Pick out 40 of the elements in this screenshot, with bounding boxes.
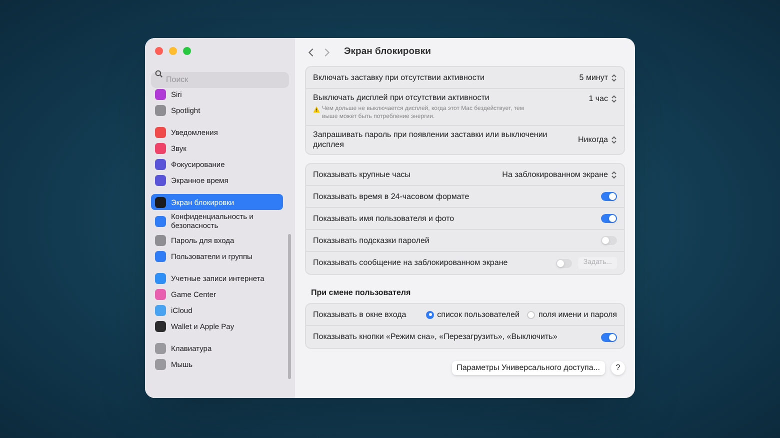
toggle-switch[interactable]	[601, 192, 617, 201]
setting-label: Показывать время в 24-часовом формате	[313, 192, 470, 202]
stepper-icon	[611, 136, 617, 144]
toggle-switch[interactable]	[601, 214, 617, 223]
stepper-icon	[611, 74, 617, 82]
scrollbar[interactable]	[288, 234, 291, 379]
forward-icon[interactable]	[324, 48, 330, 56]
setting-label: Выключать дисплей при отсутствии активности	[313, 93, 490, 103]
search-field[interactable]: Поиск	[151, 72, 289, 88]
radio-label: список пользователей	[437, 308, 520, 320]
stepper-icon	[611, 95, 617, 103]
radio-button[interactable]	[426, 310, 434, 318]
popup-button[interactable]: Никогда	[578, 134, 617, 146]
setting-label: Показывать имя пользователя и фото	[313, 214, 454, 224]
zoom-button[interactable]	[183, 47, 191, 55]
minimize-button[interactable]	[169, 47, 177, 55]
popup-button[interactable]: 5 минут	[579, 72, 617, 84]
back-icon[interactable]	[308, 48, 314, 56]
setting-label: Показывать в окне входа	[313, 310, 406, 320]
setting-label: Показывать кнопки «Режим сна», «Перезагрузить», «Выключить»	[313, 332, 558, 342]
stepper-icon	[611, 170, 617, 178]
radio-button[interactable]	[527, 310, 536, 318]
accessibility-options-button[interactable]: Параметры Универсального доступа...	[452, 361, 605, 375]
section-heading: При смене пользователя	[311, 287, 412, 299]
toggle-switch[interactable]	[601, 332, 617, 342]
popup-button[interactable]: На заблокированном экране	[502, 168, 617, 180]
close-button[interactable]	[155, 47, 163, 55]
popup-button[interactable]: 1 час	[588, 93, 617, 105]
radio-label: поля имени и пароля	[538, 308, 617, 320]
setting-label: Показывать сообщение на заблокированном экране	[313, 258, 508, 268]
help-button[interactable]: ?	[611, 361, 625, 375]
setting-label: Запрашивать пароль при появлении заставки или выключении дисплея	[313, 130, 548, 150]
setting-label: Включать заставку при отсутствии активности	[313, 72, 485, 82]
search-icon	[155, 70, 163, 78]
toggle-switch[interactable]	[556, 258, 572, 268]
setting-label: Показывать крупные часы	[313, 170, 411, 180]
setting-label: Показывать подсказки паролей	[313, 236, 430, 246]
toggle-switch[interactable]	[601, 236, 617, 245]
warning-icon	[313, 106, 320, 113]
page-title: Экран блокировки	[344, 44, 431, 59]
